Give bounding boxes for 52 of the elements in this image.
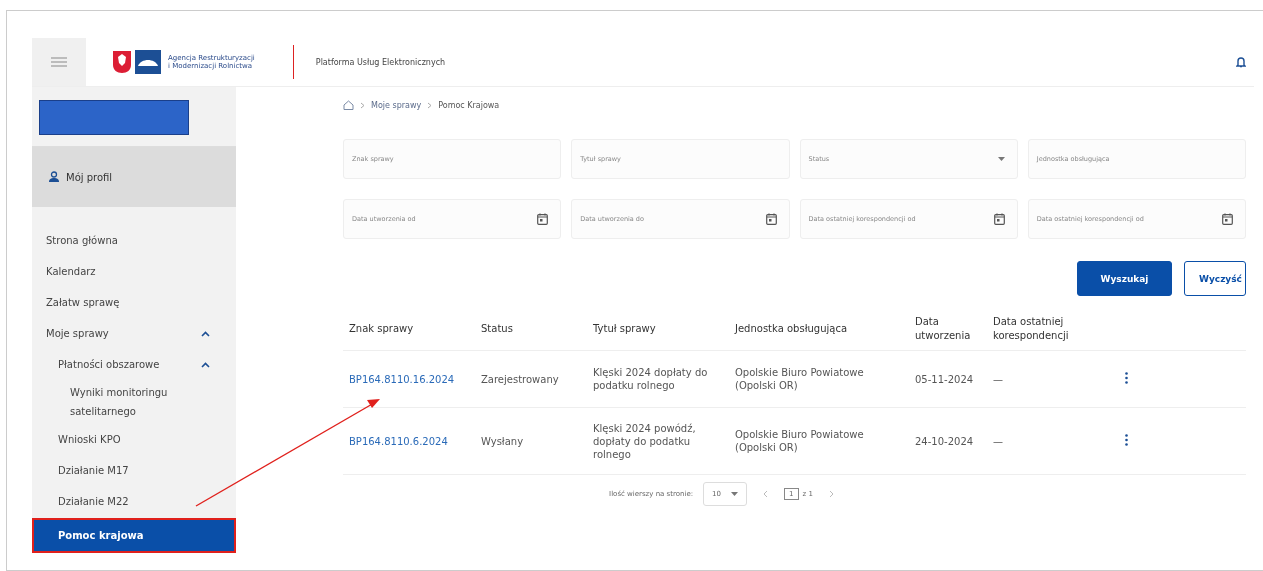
more-options-icon[interactable] [1125, 371, 1128, 384]
case-number-link[interactable]: BP164.8110.16.2024 [349, 373, 455, 385]
column-header: Data ostatniej korespondencji [993, 316, 1069, 341]
next-page-icon[interactable] [828, 490, 834, 498]
profile-link[interactable]: Mój profil [32, 146, 236, 207]
column-header: Znak sprawy [349, 323, 414, 334]
calendar-icon [1222, 213, 1233, 225]
sidebar-item[interactable]: Załatw sprawę [32, 287, 236, 318]
clear-button[interactable]: Wyczyść [1184, 261, 1246, 296]
previous-page-icon[interactable] [763, 490, 769, 498]
chevron-icon [201, 361, 210, 368]
sidebar-item[interactable]: Pomoc krajowa [34, 520, 234, 551]
calendar-icon [765, 213, 777, 225]
table-cell: 05-11-2024 [915, 373, 974, 385]
search-button[interactable]: Wyszukaj [1077, 261, 1172, 296]
table-cell: 24-10-2024 [915, 435, 974, 447]
table-cell-text: Opolskie Biuro Powiatowe (Opolski OR) [735, 428, 865, 454]
dropdown-caret-icon [997, 157, 1005, 161]
breadcrumb-separator-icon [360, 101, 365, 109]
column-header: Jednostka obsługująca [735, 322, 849, 336]
dropdown-caret-icon [731, 492, 739, 496]
sidebar-item[interactable]: Kalendarz [32, 256, 236, 287]
column-header: Tytuł sprawy [593, 323, 656, 334]
breadcrumb-separator-icon [427, 101, 433, 109]
sidebar-item[interactable]: Działanie M22 [32, 486, 236, 517]
table-cell: — [993, 373, 1003, 385]
table-cell: Klęski 2024 dopłaty do podatku rolnego [593, 367, 708, 391]
case-number-link[interactable]: BP164.8110.6.2024 [349, 435, 448, 447]
sidebar-item[interactable]: Moje sprawy [32, 318, 236, 349]
sidebar-item[interactable]: Wyniki monitoringu satelitarnego [32, 380, 236, 424]
column-header: Status [481, 323, 513, 334]
table-cell: Klęski 2024 powódź, dopłaty do podatku rolnego [593, 422, 696, 460]
emblem-icon [112, 50, 132, 74]
calendar-icon [537, 213, 549, 225]
table-cell: Zarejestrowany [481, 373, 559, 385]
sidebar-item[interactable]: Strona główna [32, 225, 236, 256]
user-icon [48, 171, 60, 183]
notification-bell-icon[interactable] [1236, 56, 1246, 68]
calendar-icon [993, 213, 1005, 225]
table-cell: Wysłany [481, 435, 524, 447]
table-cell: — [993, 435, 1003, 447]
platform-title: Platforma Usług Elektronicznych [315, 57, 446, 67]
breadcrumb-link[interactable]: Moje sprawy [371, 100, 422, 110]
sidebar-item[interactable]: Działanie M17 [32, 455, 236, 486]
sidebar-item[interactable]: Płatności obszarowe [32, 349, 236, 380]
table-cell-text: Opolskie Biuro Powiatowe (Opolski OR) [735, 366, 865, 392]
sidebar-item[interactable]: Wnioski KPO [32, 424, 236, 455]
chevron-icon [201, 330, 210, 337]
agency-logo-icon [135, 50, 161, 74]
home-icon[interactable] [343, 100, 354, 110]
column-header: Data utworzenia [915, 316, 971, 341]
more-options-icon[interactable] [1125, 433, 1128, 446]
